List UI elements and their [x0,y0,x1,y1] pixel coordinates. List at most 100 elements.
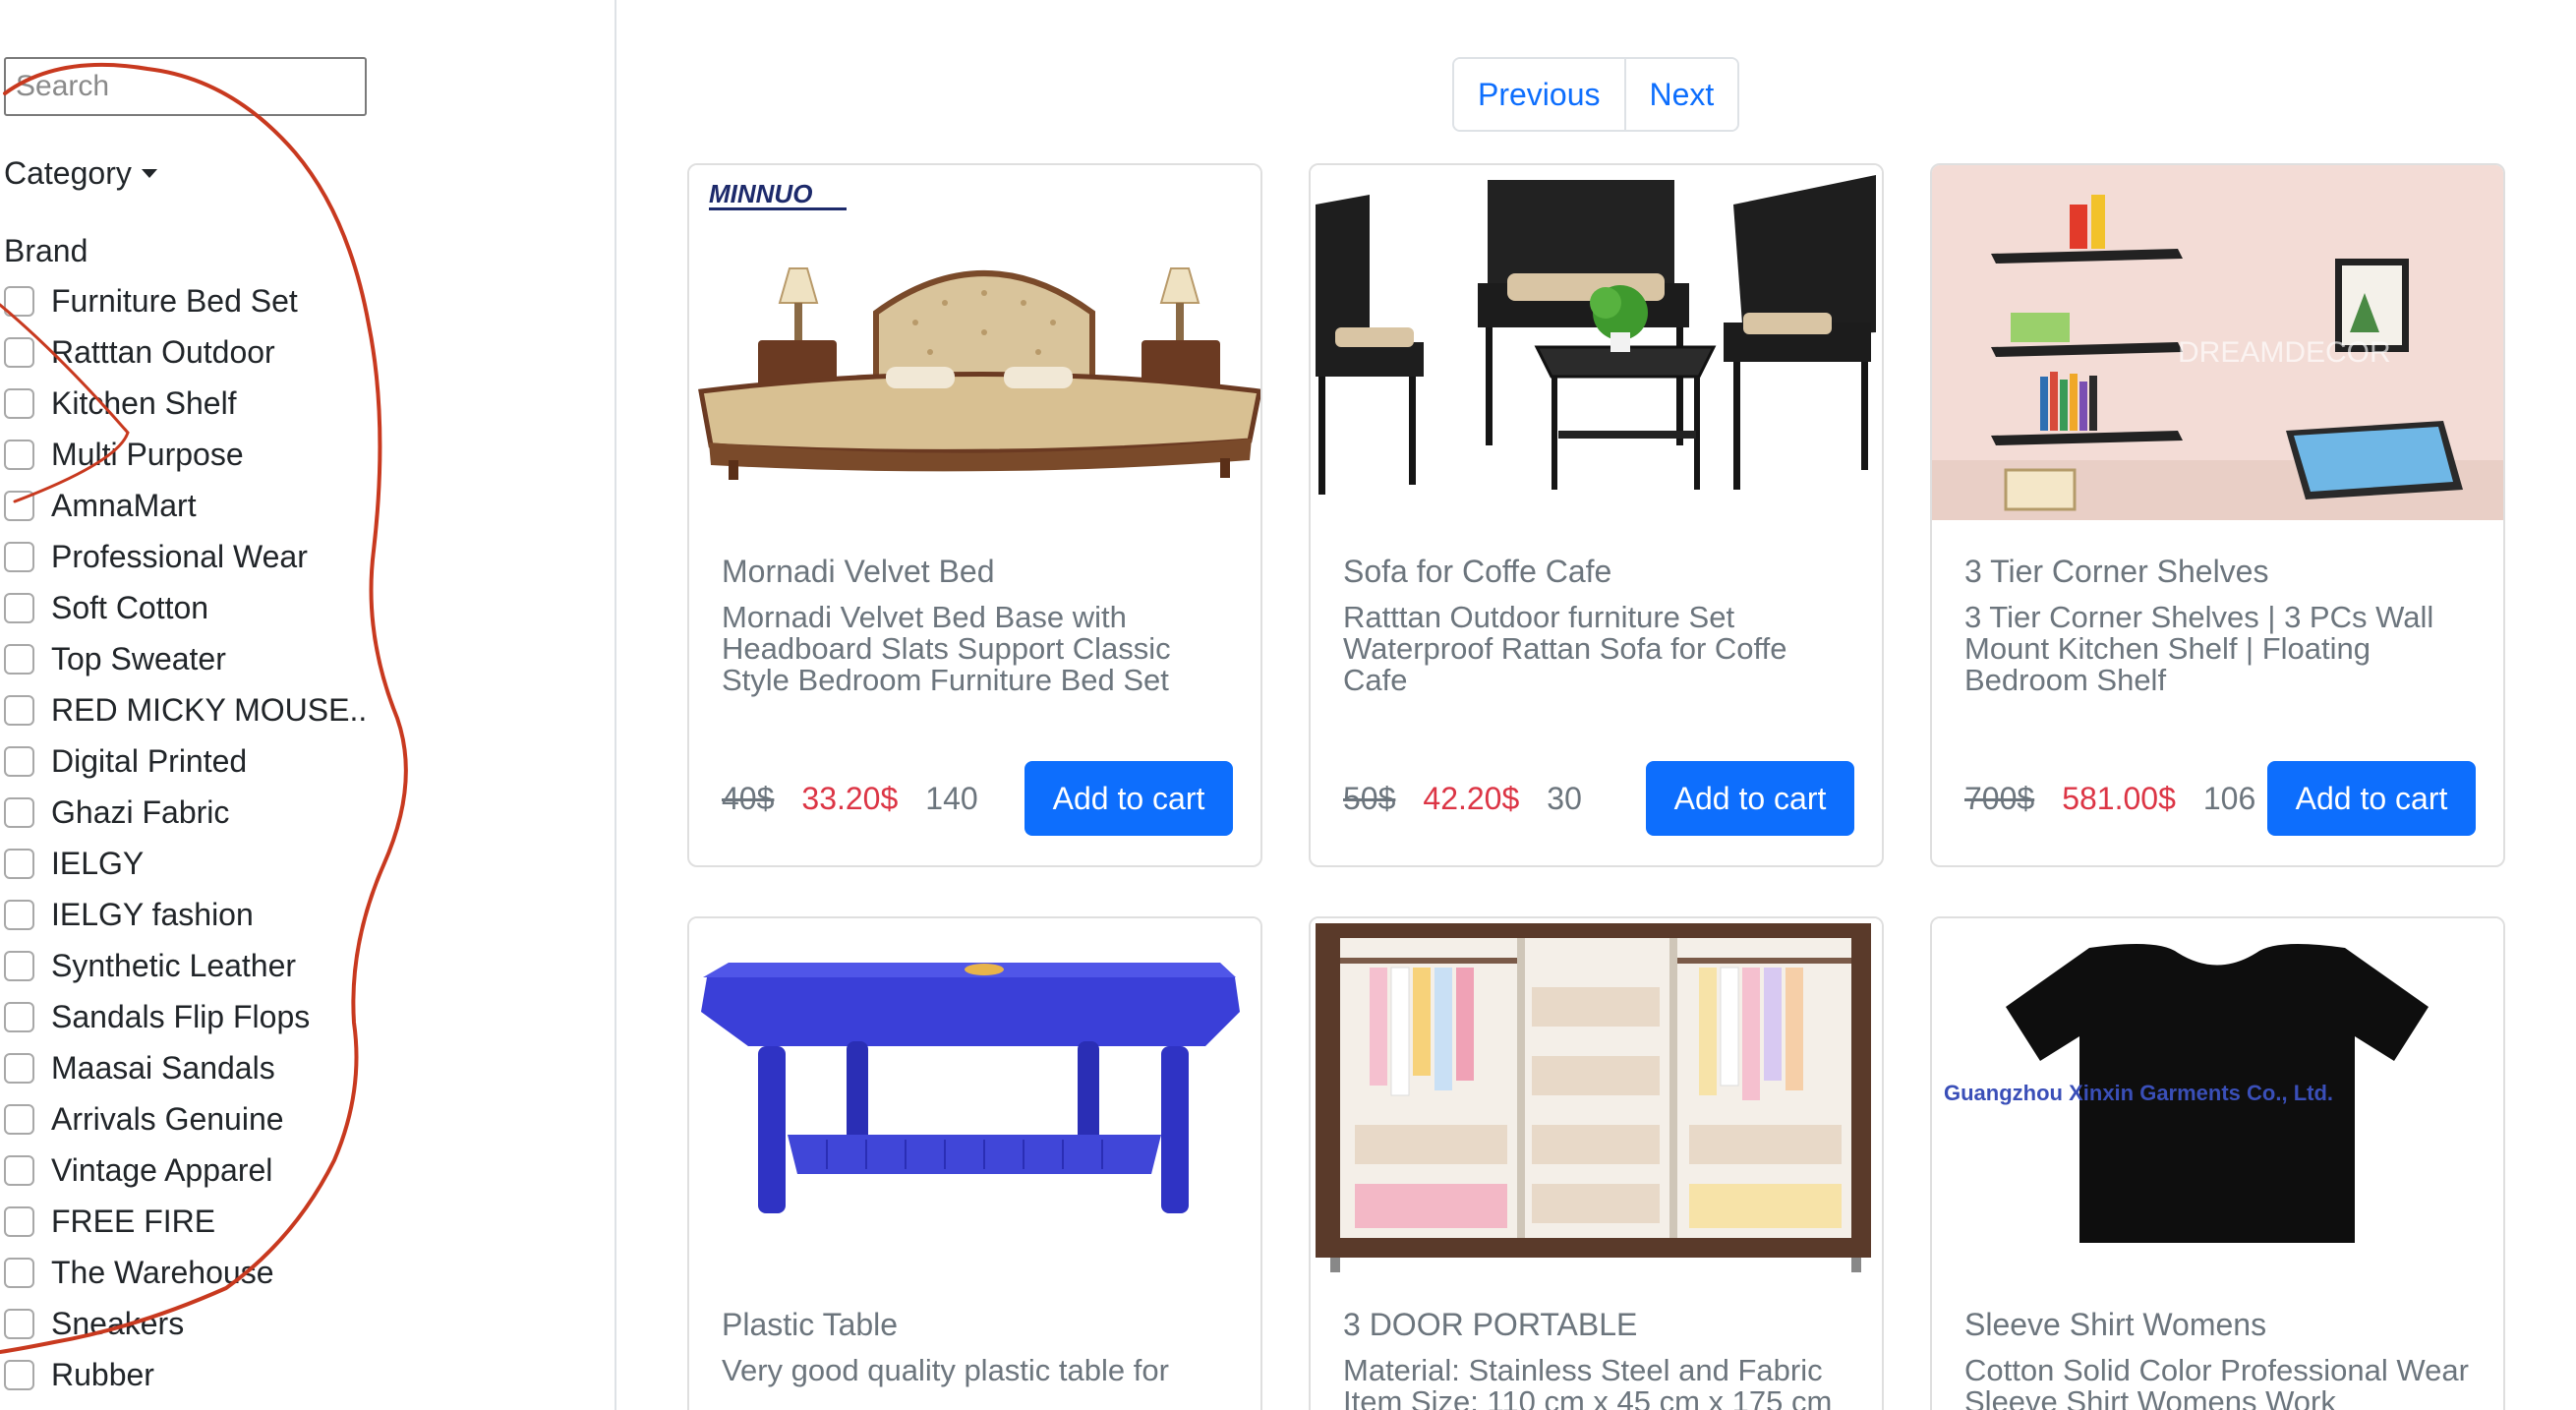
brand-filter-item[interactable]: Rubber [4,1349,367,1400]
plastic-table-illustration [689,918,1260,1273]
brand-label: Soft Cotton [51,589,209,625]
category-dropdown[interactable]: Category [4,151,157,195]
product-card: 3 DOOR PORTABLE Material: Stainless Stee… [1309,916,1884,1410]
brand-label: FREE FIRE [51,1203,216,1239]
brand-checkbox[interactable] [4,643,34,675]
brand-checkbox[interactable] [4,439,34,470]
product-description: Ratttan Outdoor furniture Set Waterproof… [1343,600,1787,697]
brand-checkbox[interactable] [4,541,34,572]
brand-filter-item[interactable]: Vintage Apparel [4,1145,367,1196]
brand-label: Digital Printed [51,742,248,779]
brand-filter-item[interactable]: Ghazi Fabric [4,787,367,838]
brand-checkbox[interactable] [4,592,34,623]
stock-count: 30 [1547,780,1582,816]
old-price: 50$ [1343,780,1396,816]
brand-checkbox[interactable] [4,950,34,981]
brand-checkbox[interactable] [4,1308,34,1339]
stock-count: 140 [925,780,978,816]
t-shirt-illustration: Guangzhou Xinxin Garments Co., Ltd. [1932,918,2503,1273]
brand-checkbox[interactable] [4,285,34,317]
brand-filter-item[interactable]: Furniture Bed Set [4,275,367,326]
product-image-bed[interactable]: MINNUO [689,165,1260,520]
brand-checkbox[interactable] [4,1001,34,1032]
product-description: Material: Stainless Steel and Fabric Ite… [1343,1353,1833,1410]
product-title[interactable]: 3 DOOR PORTABLE [1343,1307,1637,1343]
brand-filter-item[interactable]: Sneakers [4,1298,367,1349]
product-title[interactable]: Sofa for Coffe Cafe [1343,554,1611,590]
brand-filter-item[interactable]: RED MICKY MOUSE.. [4,684,367,735]
brand-filter-item[interactable]: FREE FIRE [4,1196,367,1247]
product-image-sofa[interactable] [1311,165,1882,520]
brand-label: Ghazi Fabric [51,793,230,830]
category-label: Category [4,154,132,191]
brand-filter-item[interactable]: Synthetic Leather [4,940,367,991]
brand-label: Synthetic Leather [51,947,297,983]
brand-label: Sneakers [51,1305,185,1341]
product-title[interactable]: Mornadi Velvet Bed [722,554,995,590]
brand-filter-item[interactable]: Soft Cotton [4,582,367,633]
price-row: 50$ 42.20$ 30 Add to cart [1343,761,1854,836]
product-card: Plastic Table Very good quality plastic … [687,916,1262,1410]
next-page-button[interactable]: Next [1623,59,1738,130]
product-title[interactable]: Sleeve Shirt Womens [1964,1307,2266,1343]
product-image-wardrobe[interactable] [1311,918,1882,1273]
add-to-cart-button[interactable]: Add to cart [1025,761,1233,836]
brand-checkbox[interactable] [4,1103,34,1135]
rattan-sofa-illustration [1311,165,1882,520]
watermark-text: Guangzhou Xinxin Garments Co., Ltd. [1944,1081,2333,1105]
sale-price: 581.00$ [2062,780,2176,816]
brand-filter-item[interactable]: Sandals Flip Flops [4,991,367,1042]
product-description: 3 Tier Corner Shelves | 3 PCs Wall Mount… [1964,600,2434,697]
product-description: Very good quality plastic table for [722,1353,1169,1387]
brand-checkbox[interactable] [4,745,34,777]
old-price: 40$ [722,780,775,816]
brand-filter-item[interactable]: Maasai Sandals [4,1042,367,1093]
product-title[interactable]: 3 Tier Corner Shelves [1964,554,2268,590]
brand-filter-item[interactable]: The Warehouse [4,1247,367,1298]
brand-filter-item[interactable]: Ratttan Outdoor [4,326,367,378]
brand-filter-item[interactable]: Digital Printed [4,735,367,787]
product-image-shelves[interactable]: DREAMDECOR [1932,165,2503,520]
brand-label: Rubber [51,1356,154,1392]
caret-down-icon [141,168,157,178]
brand-label: The Warehouse [51,1254,274,1290]
brand-checkbox[interactable] [4,1205,34,1237]
brand-checkbox[interactable] [4,1257,34,1288]
previous-page-button[interactable]: Previous [1454,59,1624,130]
brand-filter-item[interactable]: IELGY [4,838,367,889]
brand-checkbox[interactable] [4,1052,34,1084]
brand-label: Kitchen Shelf [51,384,237,421]
brand-filter-item[interactable]: IELGY fashion [4,889,367,940]
brand-checkbox[interactable] [4,899,34,930]
brand-filter-item[interactable]: Top Sweater [4,633,367,684]
brand-checkbox[interactable] [4,336,34,368]
brand-filter-item[interactable]: Kitchen Shelf [4,378,367,429]
brand-checkbox[interactable] [4,490,34,521]
wardrobe-illustration [1311,918,1882,1273]
watermark-text: DREAMDECOR [2178,336,2391,369]
pagination: Previous Next [1452,57,1740,132]
brand-filter-item[interactable]: Professional Wear [4,531,367,582]
brand-checkbox[interactable] [4,694,34,726]
product-card: Guangzhou Xinxin Garments Co., Ltd. Slee… [1930,916,2505,1410]
product-image-shirt[interactable]: Guangzhou Xinxin Garments Co., Ltd. [1932,918,2503,1273]
brand-checkbox[interactable] [4,1359,34,1390]
brand-checkbox[interactable] [4,387,34,419]
brand-checkbox[interactable] [4,796,34,828]
brand-filter-item[interactable]: Arrivals Genuine [4,1093,367,1145]
brand-filter-item[interactable]: Multi Purpose [4,429,367,480]
price-row: 700$ 581.00$ 106 Add to cart [1964,761,2476,836]
sale-price: 33.20$ [801,780,899,816]
search-input[interactable] [4,57,367,116]
product-description: Cotton Solid Color Professional Wear Sle… [1964,1353,2469,1410]
product-card: MINNUO Mornadi Velvet Bed Mornadi Velvet… [687,163,1262,867]
product-card: DREAMDECOR 3 Tier Corner Shelves 3 Tier … [1930,163,2505,867]
corner-shelves-illustration: DREAMDECOR [1932,165,2503,520]
brand-checkbox[interactable] [4,848,34,879]
product-title[interactable]: Plastic Table [722,1307,898,1343]
brand-checkbox[interactable] [4,1154,34,1186]
product-image-table[interactable] [689,918,1260,1273]
add-to-cart-button[interactable]: Add to cart [2267,761,2476,836]
add-to-cart-button[interactable]: Add to cart [1646,761,1854,836]
brand-filter-item[interactable]: AmnaMart [4,480,367,531]
